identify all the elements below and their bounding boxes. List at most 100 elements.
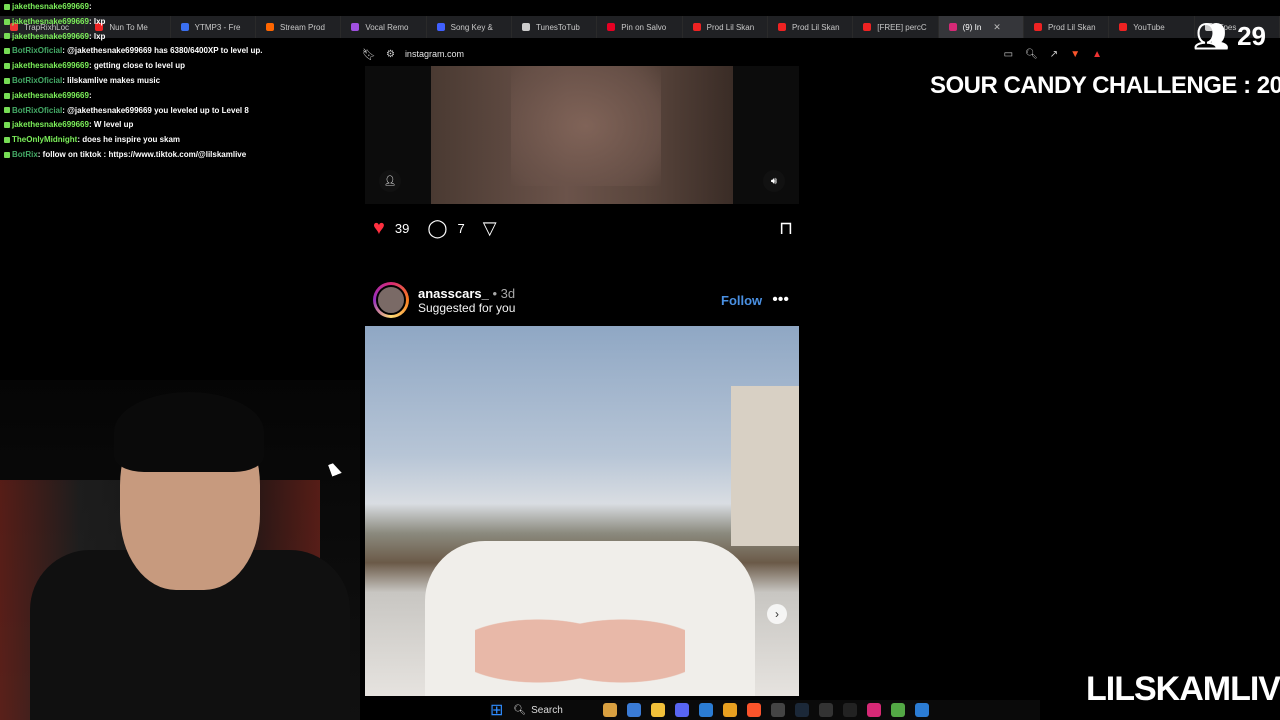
post-header: anasscars_ • 3d Suggested for you Follow… bbox=[373, 280, 799, 320]
browser-tab[interactable]: Prod Lil Skan bbox=[1024, 16, 1110, 38]
webcam-feed bbox=[0, 380, 360, 720]
chat-message: jakethesnake699669: lxp bbox=[0, 30, 360, 45]
share-icon[interactable]: ▽ bbox=[483, 218, 497, 239]
store-icon[interactable] bbox=[699, 703, 714, 717]
chat-text: : lilskamlive makes music bbox=[62, 75, 161, 85]
start-icon[interactable]: ⊞ bbox=[490, 700, 503, 720]
chat-username[interactable]: TheOnlyMidnight bbox=[12, 135, 77, 144]
close-tab-icon[interactable]: ✕ bbox=[993, 22, 1001, 33]
chat-badge-icon bbox=[4, 63, 10, 70]
instagram-feed: 👤︎ 🔊︎ ♥ 39 ◯ 7 ▽ ⊓ anasscars_ • 3d Sugge… bbox=[365, 66, 799, 696]
browser-tab[interactable]: Prod Lil Skan bbox=[768, 16, 854, 38]
chat-message: BotRixOficial: @jakethesnake699669 has 6… bbox=[0, 44, 360, 59]
challenge-banner: SOUR CANDY CHALLENGE : 205/250 bbox=[930, 72, 1280, 99]
url-field[interactable]: instagram.com bbox=[405, 49, 464, 59]
user-tag-icon[interactable]: 👤︎ bbox=[379, 170, 401, 192]
search-icon: 🔍︎ bbox=[513, 704, 527, 716]
instagram-icon[interactable] bbox=[867, 703, 882, 717]
chat-text: : bbox=[88, 2, 92, 11]
chat-username[interactable]: jakethesnake699669 bbox=[12, 32, 89, 41]
next-image-button[interactable]: › bbox=[767, 604, 787, 624]
chat-username[interactable]: jakethesnake699669 bbox=[12, 61, 89, 70]
chat-username[interactable]: BotRixOficial bbox=[12, 106, 62, 115]
browser-tab[interactable]: Prod Lil Skan bbox=[683, 16, 768, 38]
chat-message: BotRix: follow on tiktok : https://www.t… bbox=[0, 148, 360, 163]
address-bar-actions: ▭ 🔍︎ ↗ ▼ ▲ bbox=[1004, 49, 1102, 60]
browser-tab[interactable]: Pin on Salvo bbox=[597, 16, 683, 38]
tab-favicon-icon bbox=[692, 23, 701, 31]
comment-icon[interactable]: ◯ bbox=[427, 218, 447, 239]
cast-icon[interactable]: ▭ bbox=[1004, 49, 1013, 60]
chat-badge-icon bbox=[4, 122, 10, 129]
tab-label: Prod Lil Skan bbox=[791, 22, 840, 32]
chat-username[interactable]: jakethesnake699669 bbox=[12, 2, 89, 11]
more-options-icon[interactable]: ••• bbox=[772, 291, 789, 309]
brave-icon[interactable] bbox=[747, 703, 762, 717]
share-icon[interactable]: ↗ bbox=[1050, 49, 1058, 60]
tab-favicon-icon bbox=[1119, 23, 1128, 31]
chat-text: : getting close to level up bbox=[88, 61, 185, 71]
like-icon[interactable]: ♥ bbox=[373, 217, 385, 240]
tab-label: Prod Lil Skan bbox=[706, 22, 755, 32]
tab-label: [FREE] percC bbox=[877, 22, 927, 32]
save-icon[interactable]: ⊓ bbox=[779, 218, 793, 239]
chat-badge-icon bbox=[4, 92, 10, 99]
discord-icon[interactable] bbox=[675, 703, 690, 717]
browser-tab[interactable]: Song Key & bbox=[427, 16, 512, 38]
site-info-icon[interactable]: ⚙ bbox=[386, 49, 395, 60]
viewers-icon: 👥︎ bbox=[1193, 21, 1230, 52]
chat-message: jakethesnake699669: getting close to lev… bbox=[0, 59, 360, 74]
chat-username[interactable]: BotRix bbox=[12, 150, 38, 159]
post-video[interactable]: 👤︎ 🔊︎ bbox=[365, 66, 799, 204]
chat-text: : @jakethesnake699669 you leveled up to … bbox=[62, 105, 249, 115]
4k-icon[interactable] bbox=[843, 703, 858, 717]
chat-username[interactable]: jakethesnake699669 bbox=[12, 17, 89, 26]
file-explorer-icon[interactable] bbox=[651, 703, 666, 717]
chat-username[interactable]: jakethesnake699669 bbox=[12, 120, 89, 129]
notepad-icon[interactable] bbox=[915, 703, 930, 717]
tab-favicon-icon bbox=[1033, 23, 1042, 31]
bookmark-icon[interactable]: 🔖︎ bbox=[362, 48, 376, 61]
brave-rewards-icon[interactable]: ▲ bbox=[1092, 49, 1102, 60]
chat-badge-icon bbox=[4, 33, 10, 40]
image-wall bbox=[731, 386, 799, 546]
channel-brand: LILSKAMLIVE bbox=[1086, 670, 1280, 708]
chat-message: BotRixOficial: @jakethesnake699669 you l… bbox=[0, 104, 360, 119]
chat-username[interactable]: BotRixOficial bbox=[12, 46, 62, 55]
viewer-count: 29 bbox=[1237, 21, 1266, 51]
copilot-icon[interactable] bbox=[627, 703, 642, 717]
app-icon[interactable] bbox=[891, 703, 906, 717]
browser-tab[interactable]: TunesToTub bbox=[512, 16, 598, 38]
chat-badge-icon bbox=[4, 18, 10, 25]
app-icon[interactable] bbox=[819, 703, 834, 717]
zoom-icon[interactable]: 🔍︎ bbox=[1025, 49, 1038, 60]
chat-text: : bbox=[88, 90, 92, 100]
browser-tab[interactable]: YouTube bbox=[1109, 16, 1195, 38]
volume-icon[interactable]: 🔊︎ bbox=[763, 170, 785, 192]
widgets-icon[interactable] bbox=[603, 703, 618, 717]
chat-badge-icon bbox=[4, 3, 10, 10]
tab-favicon-icon bbox=[777, 23, 786, 31]
chat-badge-icon bbox=[4, 137, 10, 144]
app-icon[interactable] bbox=[723, 703, 738, 717]
settings-icon[interactable] bbox=[771, 703, 786, 717]
steam-icon[interactable] bbox=[795, 703, 810, 717]
browser-tab[interactable]: (9) In ✕ bbox=[938, 16, 1024, 38]
follow-button[interactable]: Follow bbox=[721, 293, 762, 308]
chat-text: : does he inspire you skam bbox=[77, 135, 181, 145]
stream-chat: jakethesnake699669: jakethesnake699669: l… bbox=[0, 0, 360, 170]
browser-tab[interactable]: [FREE] percC bbox=[853, 16, 939, 38]
tab-favicon-icon bbox=[436, 23, 445, 31]
taskbar-search[interactable]: 🔍︎ Search bbox=[513, 705, 593, 716]
post-image[interactable]: › bbox=[365, 326, 799, 696]
comment-count: 7 bbox=[457, 220, 465, 236]
taskbar: ⊞ 🔍︎ Search bbox=[490, 700, 1040, 720]
chat-username[interactable]: jakethesnake699669 bbox=[12, 91, 89, 100]
chat-text: : lxp bbox=[88, 31, 106, 41]
viewer-counter: 👥︎ 29 bbox=[1194, 20, 1266, 53]
brave-shield-icon[interactable]: ▼ bbox=[1070, 49, 1080, 60]
avatar[interactable] bbox=[373, 282, 409, 318]
post-username[interactable]: anasscars_ bbox=[418, 286, 489, 301]
chat-message: jakethesnake699669: bbox=[0, 89, 360, 104]
chat-username[interactable]: BotRixOficial bbox=[12, 76, 62, 85]
